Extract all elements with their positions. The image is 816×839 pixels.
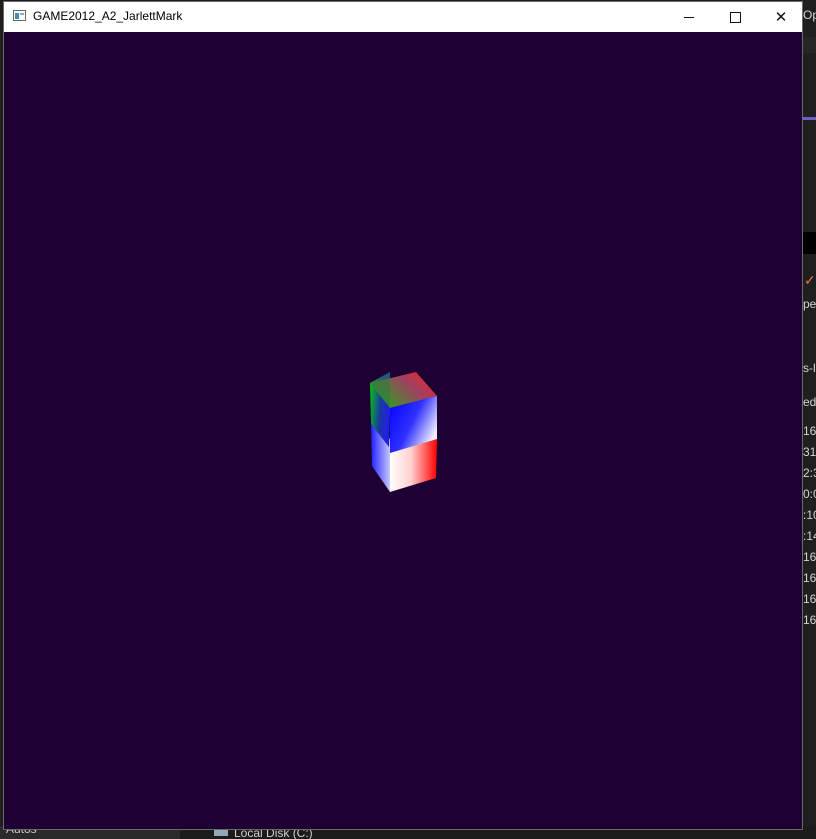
app-window: GAME2012_A2_JarlettMark ✕	[3, 1, 803, 830]
minimize-icon	[684, 16, 694, 18]
bg-fragment: pe	[803, 297, 816, 311]
close-button[interactable]: ✕	[758, 2, 804, 32]
close-icon: ✕	[774, 9, 788, 26]
bg-fragment: :14	[803, 529, 816, 543]
bg-fragment: 0:0	[803, 487, 816, 501]
bg-black-field	[803, 232, 816, 254]
bg-toolbar	[803, 37, 816, 53]
title-bar[interactable]: GAME2012_A2_JarlettMark ✕	[4, 2, 802, 32]
bg-fragment: ed	[803, 395, 816, 409]
bg-fragment: :10	[803, 508, 816, 522]
checkmark-icon: ✓	[804, 272, 816, 288]
app-icon	[13, 10, 26, 21]
minimize-button[interactable]	[666, 2, 712, 32]
bg-fragment: 16	[803, 550, 816, 564]
bg-fragment: 16	[803, 613, 816, 627]
bg-fragment: s-l	[803, 361, 816, 375]
bg-fragment: 31	[803, 445, 816, 459]
bg-fragment: 16	[803, 424, 816, 438]
bg-accent-bar	[803, 117, 816, 120]
bg-fragment: 16	[803, 571, 816, 585]
background-desktop-right: Ope ✓ pe s-l ed 16 31 2:3 0:0 :10 :14 16…	[803, 0, 816, 839]
bg-fragment-open: Ope	[803, 8, 816, 22]
window-title: GAME2012_A2_JarlettMark	[33, 9, 183, 23]
maximize-icon	[729, 11, 741, 23]
bg-fragment: 16	[803, 592, 816, 606]
maximize-button[interactable]	[712, 2, 758, 32]
bg-fragment: 2:3	[803, 466, 816, 480]
cube-scene	[370, 372, 437, 492]
render-viewport[interactable]	[4, 32, 802, 829]
